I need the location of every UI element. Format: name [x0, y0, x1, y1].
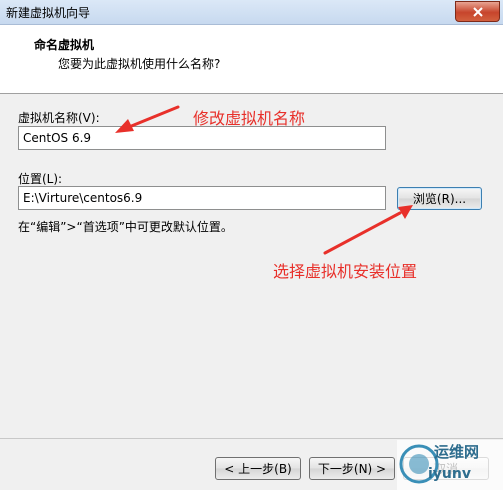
watermark-text: 运维网: [434, 443, 480, 461]
watermark-subtext: iyunv: [428, 466, 471, 482]
footer-separator: [0, 438, 503, 439]
back-button[interactable]: < 上一步(B): [215, 457, 301, 480]
arrow-to-browse-button: [323, 205, 413, 255]
next-button[interactable]: 下一步(N) >: [309, 457, 395, 480]
arrow-to-name-field: [115, 105, 180, 133]
annotation-arrows: [115, 105, 413, 255]
